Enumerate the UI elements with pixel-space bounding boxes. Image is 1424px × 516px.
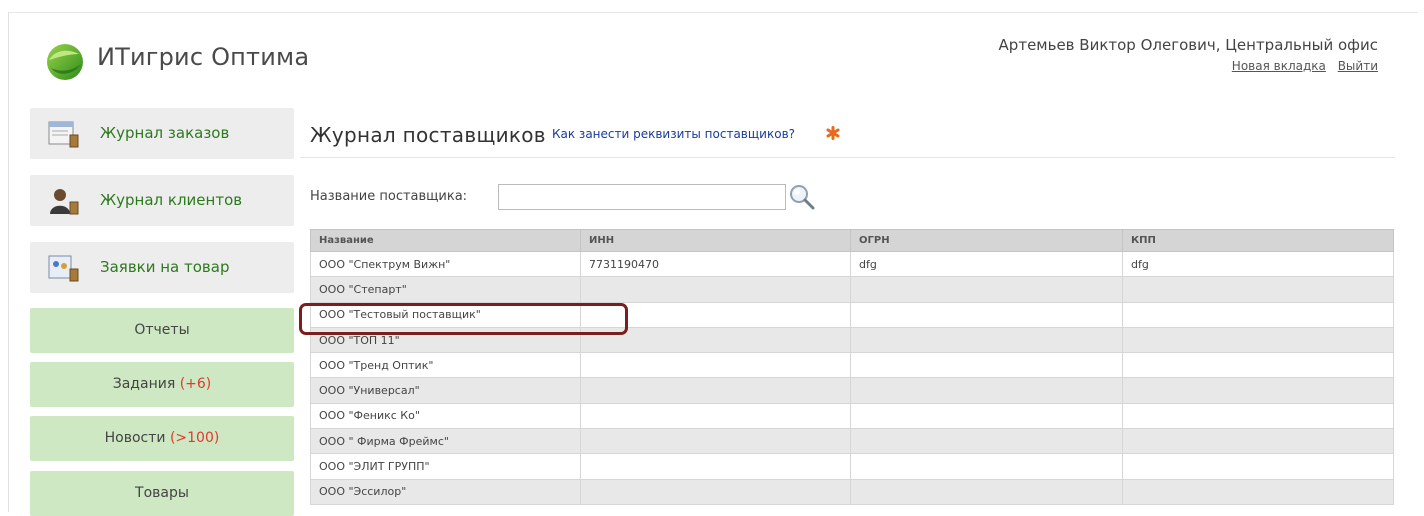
cell-inn [580, 402, 851, 430]
cell-kpp [1122, 453, 1394, 480]
supplier-name-label: Название поставщика: [310, 189, 468, 204]
sidebar-item-label: Журнал клиентов [100, 191, 243, 209]
orders-icon [48, 121, 79, 148]
cell-name: ООО "Степарт" [310, 276, 581, 303]
requests-icon [48, 255, 79, 282]
cell-ogrn [850, 478, 1123, 505]
table-row[interactable]: ООО "Тестовый поставщик" [310, 301, 1394, 328]
sidebar-item-requests[interactable]: Заявки на товар [30, 242, 294, 293]
cell-kpp [1122, 377, 1394, 404]
cell-name: ООО "Тестовый поставщик" [310, 301, 581, 328]
cell-kpp [1122, 428, 1394, 455]
cell-kpp [1122, 352, 1394, 379]
sidebar-item-orders[interactable]: Журнал заказов [30, 108, 294, 159]
sidebar-item-clients[interactable]: Журнал клиентов [30, 175, 294, 226]
help-link[interactable]: Как занести реквизиты поставщиков? [552, 127, 795, 141]
header-links: Новая вкладка Выйти [1224, 59, 1378, 73]
cell-name: ООО " Фирма Фреймс" [310, 428, 581, 455]
column-header-name[interactable]: Название [310, 229, 581, 252]
cell-kpp [1122, 301, 1394, 328]
cell-name: ООО "Эссилор" [310, 478, 581, 505]
sidebar-item-label: Заявки на товар [100, 258, 230, 276]
reports-label: Отчеты [134, 322, 190, 338]
clients-icon [50, 189, 79, 215]
news-button[interactable]: Новости (>100) [30, 416, 294, 461]
cell-inn [580, 478, 851, 505]
tasks-button[interactable]: Задания (+6) [30, 362, 294, 407]
cell-kpp: dfg [1122, 250, 1394, 278]
news-label: Новости [104, 430, 170, 446]
cell-ogrn [850, 276, 1123, 303]
supplier-name-input[interactable] [498, 184, 786, 210]
tasks-label: Задания [112, 376, 180, 392]
column-header-kpp[interactable]: КПП [1122, 229, 1394, 252]
cell-name: ООО "Универсал" [310, 377, 581, 404]
suppliers-table: Название ИНН ОГРН КПП ООО "Спектрум Вижн… [310, 229, 1394, 505]
table-row[interactable]: ООО "Степарт" [310, 276, 1394, 303]
column-header-inn[interactable]: ИНН [580, 229, 851, 252]
tasks-count-badge: (+6) [179, 376, 212, 392]
products-label: Товары [135, 485, 189, 501]
cell-name: ООО "Тренд Оптик" [310, 352, 581, 379]
sidebar-item-label: Журнал заказов [100, 124, 230, 142]
table-row[interactable]: ООО "ЭЛИТ ГРУПП" [310, 453, 1394, 480]
cell-inn [580, 326, 851, 354]
cell-name: ООО "Спектрум Вижн" [310, 250, 581, 278]
user-name: Артемьев Виктор Олегович, Центральный оф… [998, 36, 1378, 54]
table-header-row: Название ИНН ОГРН КПП [310, 229, 1394, 252]
table-row[interactable]: ООО "Феникс Ко" [310, 402, 1394, 430]
brand-title: ИТигрис Оптима [97, 43, 310, 71]
cell-inn [580, 352, 851, 379]
title-divider [300, 157, 1395, 158]
new-tab-link[interactable]: Новая вкладка [1232, 59, 1326, 73]
asterisk-icon[interactable] [826, 126, 840, 140]
cell-kpp [1122, 402, 1394, 430]
cell-ogrn [850, 428, 1123, 455]
cell-ogrn: dfg [850, 250, 1123, 278]
table-row[interactable]: ООО "Эссилор" [310, 478, 1394, 505]
cell-inn [580, 276, 851, 303]
cell-name: ООО "Феникс Ко" [310, 402, 581, 430]
logout-link[interactable]: Выйти [1338, 59, 1378, 73]
products-button[interactable]: Товары [30, 471, 294, 516]
cell-inn [580, 428, 851, 455]
cell-ogrn [850, 301, 1123, 328]
table-row[interactable]: ООО "Тренд Оптик" [310, 352, 1394, 379]
logo-icon [47, 44, 83, 80]
table-row[interactable]: ООО "Универсал" [310, 377, 1394, 404]
search-icon[interactable] [788, 183, 816, 211]
table-row[interactable]: ООО " Фирма Фреймс" [310, 428, 1394, 455]
cell-inn [580, 453, 851, 480]
cell-kpp [1122, 478, 1394, 505]
table-row[interactable]: ООО "Спектрум Вижн" 7731190470 dfg dfg [310, 250, 1394, 278]
cell-kpp [1122, 276, 1394, 303]
cell-inn [580, 377, 851, 404]
cell-ogrn [850, 453, 1123, 480]
cell-ogrn [850, 326, 1123, 354]
cell-ogrn [850, 402, 1123, 430]
cell-name: ООО "ТОП 11" [310, 326, 581, 354]
cell-ogrn [850, 352, 1123, 379]
cell-ogrn [850, 377, 1123, 404]
news-count-badge: (>100) [169, 430, 220, 446]
cell-kpp [1122, 326, 1394, 354]
cell-name: ООО "ЭЛИТ ГРУПП" [310, 453, 581, 480]
reports-button[interactable]: Отчеты [30, 308, 294, 353]
column-header-ogrn[interactable]: ОГРН [850, 229, 1123, 252]
cell-inn [580, 301, 851, 328]
page-title: Журнал поставщиков [310, 123, 546, 147]
cell-inn: 7731190470 [580, 250, 851, 278]
table-row[interactable]: ООО "ТОП 11" [310, 326, 1394, 354]
